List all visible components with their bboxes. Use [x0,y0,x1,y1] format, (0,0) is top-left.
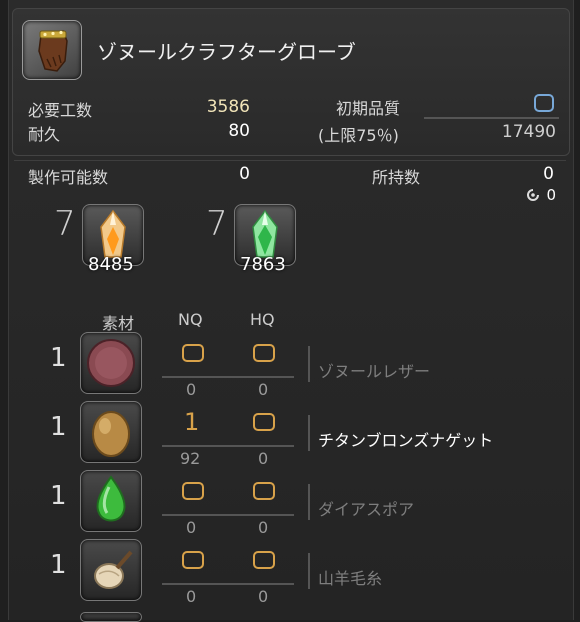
hq-owned-value: 0 [546,186,556,204]
hq-slot[interactable] [253,413,275,431]
column-material: 素材 [102,314,135,333]
section-divider [14,160,566,161]
crystal-required-2: 7 [206,204,228,244]
crystal-owned-1: 8485 [88,254,134,275]
durability-value: 80 [228,121,250,141]
craftable-value: 0 [239,164,250,184]
material-name[interactable]: ゾヌールレザー [318,358,430,382]
hq-owned: 0 [258,380,269,399]
item-name: ゾヌールクラフターグローブ [97,40,356,64]
workload-label: 必要工数 [28,101,93,120]
row-bar [308,346,310,382]
row-bar [308,415,310,451]
material-name[interactable]: ダイアスポア [318,496,414,520]
material-count: 1 [50,412,67,442]
material-count: 1 [50,343,67,373]
row-bar [308,553,310,589]
next-material-icon [80,612,142,622]
nq-owned: 0 [186,380,197,399]
nq-slot[interactable] [182,344,204,362]
hq-owned-icon [526,187,540,201]
nq-slot[interactable] [182,551,204,569]
nq-slot[interactable] [182,482,204,500]
hq-slot[interactable] [253,482,275,500]
hq-owned: 0 [258,449,269,468]
column-nq: NQ [178,310,203,329]
quality-divider [424,117,559,119]
crystal-required-1: 7 [54,204,76,244]
craftable-label: 製作可能数 [28,168,109,187]
row-bar [308,484,310,520]
nq-owned: 0 [186,518,197,537]
crystal-owned-2: 7863 [240,254,286,275]
glove-icon[interactable] [22,20,82,80]
row-divider [162,514,294,516]
workload-value: 3586 [206,97,250,117]
hq-slot[interactable] [253,344,275,362]
max-quality-value: 17490 [501,122,556,142]
owned-value: 0 [543,164,554,184]
max-quality-label: (上限75％) [318,126,399,145]
nq-owned: 0 [186,587,197,606]
nq-owned: 92 [180,449,201,468]
hq-owned: 0 [258,587,269,606]
nugget-icon[interactable] [80,401,142,463]
row-divider [162,376,294,378]
nq-selected[interactable]: 1 [184,408,199,436]
row-divider [162,583,294,585]
material-count: 1 [50,550,67,580]
material-count: 1 [50,481,67,511]
material-name[interactable]: 山羊毛糸 [318,565,382,589]
row-divider [162,445,294,447]
leather-icon[interactable] [80,332,142,394]
column-hq: HQ [250,310,275,329]
hq-owned: 0 [258,518,269,537]
hq-toggle[interactable] [534,94,554,112]
material-name[interactable]: チタンブロンズナゲット [318,427,493,451]
yarn-icon[interactable] [80,539,142,601]
hq-slot[interactable] [253,551,275,569]
durability-label: 耐久 [28,125,61,144]
spore-icon[interactable] [80,470,142,532]
owned-label: 所持数 [372,168,421,187]
initial-quality-label: 初期品質 [336,99,401,118]
